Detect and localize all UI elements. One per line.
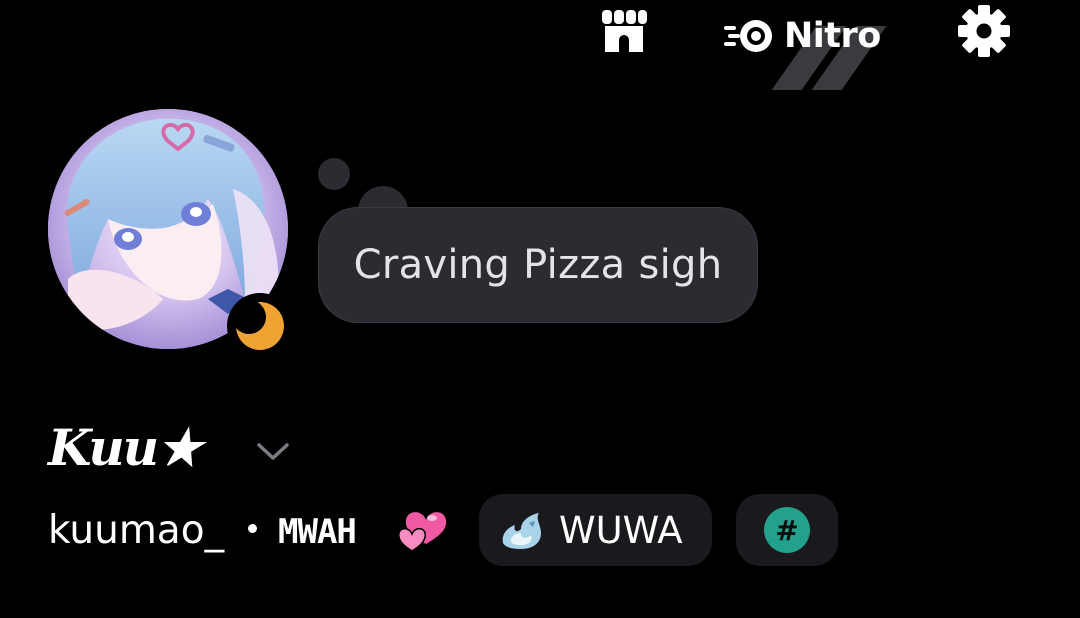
server-tag-label: WUWA [559,508,683,552]
shop-icon [602,10,647,52]
moon-idle-icon [232,300,284,350]
custom-status-text: Craving Pizza sigh [353,242,723,288]
crystal-flame-icon [502,513,541,549]
custom-status-bubble[interactable]: Craving Pizza sigh [318,207,758,323]
settings-button[interactable] [954,2,1014,60]
nitro-button-wrapper[interactable]: Nitro [722,8,892,90]
nitro-label: Nitro [784,16,881,56]
shop-button[interactable] [596,6,652,56]
nitro-icon [724,20,772,52]
display-name: Kuu★ [48,418,202,477]
thought-dot-small [318,158,350,190]
separator-dot [248,524,257,533]
gear-icon [958,5,1010,57]
nitro-button[interactable]: Nitro [722,8,881,64]
username[interactable]: kuumao_ [48,508,224,553]
pronouns: MWAH [278,512,357,552]
hashtag-icon: # [764,507,810,553]
server-tag-chip[interactable]: WUWA [479,494,712,566]
status-indicator [227,293,293,359]
chevron-down-icon[interactable] [254,436,292,466]
two-hearts-icon [396,504,454,562]
hashtag-chip[interactable]: # [736,494,838,566]
